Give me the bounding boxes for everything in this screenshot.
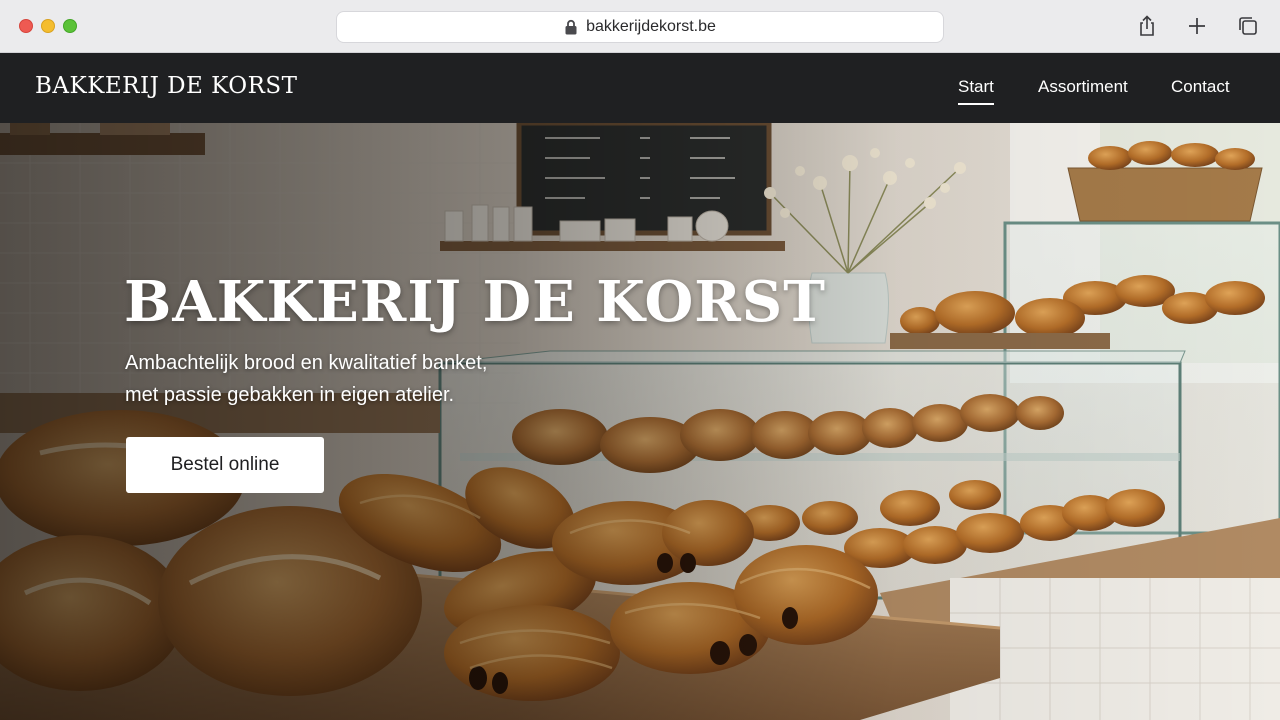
site-logo[interactable]: BAKKERIJ DE KORST — [35, 73, 297, 99]
url-text: bakkerijdekorst.be — [586, 18, 716, 35]
address-bar[interactable]: bakkerijdekorst.be — [336, 11, 944, 43]
share-icon — [1140, 15, 1154, 36]
new-tab-button[interactable] — [1185, 14, 1209, 38]
close-window-button[interactable] — [19, 19, 33, 33]
hero-section: BAKKERIJ DE KORST Ambachtelijk brood en … — [0, 123, 1280, 720]
hero-subtitle-line-2: met passie gebakken in eigen atelier. — [125, 384, 455, 406]
browser-toolbar: bakkerijdekorst.be — [0, 0, 1280, 53]
hero-overlay — [0, 123, 1280, 720]
plus-icon — [1189, 18, 1205, 34]
tab-overview-button[interactable] — [1236, 14, 1260, 38]
nav-link-start[interactable]: Start — [958, 77, 994, 105]
site-navbar: BAKKERIJ DE KORST Start Assortiment Cont… — [0, 53, 1280, 123]
share-button[interactable] — [1135, 14, 1159, 38]
hero-subtitle-line-1: Ambachtelijk brood en kwalitatief banket… — [125, 352, 488, 374]
lock-icon — [564, 19, 578, 35]
nav-link-assortiment[interactable]: Assortiment — [1038, 77, 1128, 103]
minimize-window-button[interactable] — [41, 19, 55, 33]
tabs-icon — [1239, 17, 1257, 35]
zoom-window-button[interactable] — [63, 19, 77, 33]
nav-link-contact[interactable]: Contact — [1171, 77, 1230, 103]
hero-title: BAKKERIJ DE KORST — [124, 269, 826, 335]
hero-subtitle: Ambachtelijk brood en kwalitatief banket… — [125, 347, 565, 411]
order-online-button[interactable]: Bestel online — [126, 437, 324, 493]
